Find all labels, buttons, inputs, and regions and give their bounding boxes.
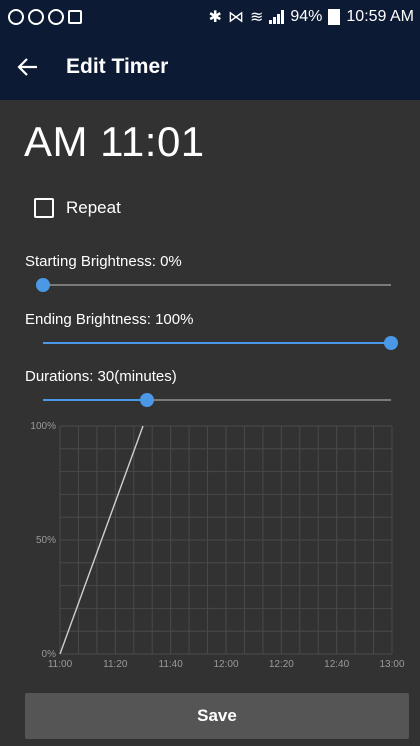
durations-slider[interactable] <box>43 390 391 410</box>
battery-icon <box>328 8 341 25</box>
slider-fill <box>43 342 391 344</box>
durations-label: Durations: 30(minutes) <box>25 368 177 385</box>
slider-track <box>43 284 391 286</box>
notification-icons <box>0 8 82 25</box>
arrow-left-icon <box>17 57 37 76</box>
repeat-checkbox-row[interactable]: Repeat <box>34 198 121 218</box>
clock: 10:59 AM <box>346 7 414 25</box>
x-tick-label: 11:20 <box>103 659 128 670</box>
circle-icon <box>48 8 64 25</box>
x-tick-label: 11:40 <box>159 659 184 670</box>
y-tick-label: 50% <box>36 535 56 546</box>
slider-thumb[interactable] <box>140 393 155 407</box>
battery-percent: 94% <box>290 7 323 25</box>
x-tick-label: 11:00 <box>48 659 73 670</box>
repeat-label: Repeat <box>66 198 121 217</box>
signal-icon <box>269 9 285 24</box>
ending-brightness-label: Ending Brightness: 100% <box>25 311 194 328</box>
timer-time[interactable]: AM 11:01 <box>24 118 205 166</box>
wifi-icon: ≋ <box>249 8 264 26</box>
starting-brightness-slider[interactable] <box>36 275 391 295</box>
page-title: Edit Timer <box>66 54 169 78</box>
slider-fill <box>43 399 148 401</box>
back-button[interactable] <box>0 33 56 100</box>
starting-brightness-label: Starting Brightness: 0% <box>25 253 182 270</box>
circle-icon <box>28 8 44 25</box>
slider-thumb[interactable] <box>36 278 50 292</box>
whatsapp-icon <box>8 8 24 25</box>
bluetooth-icon: ✱ <box>208 8 222 26</box>
status-bar: ✱ ⋈ ≋ 94% 10:59 AM <box>0 0 420 33</box>
slider-thumb[interactable] <box>384 336 398 350</box>
save-button[interactable]: Save <box>25 693 409 739</box>
x-tick-label: 12:20 <box>269 659 294 670</box>
repeat-checkbox[interactable] <box>34 198 54 218</box>
system-icons: ✱ ⋈ ≋ 94% 10:59 AM <box>209 7 414 27</box>
x-tick-label: 13:00 <box>379 659 404 670</box>
x-tick-label: 12:40 <box>324 659 349 670</box>
ending-brightness-slider[interactable] <box>43 333 398 353</box>
y-tick-label: 100% <box>30 421 56 432</box>
app-bar: Edit Timer <box>0 33 420 100</box>
image-icon <box>68 9 82 24</box>
x-tick-label: 12:00 <box>213 659 238 670</box>
mute-icon: ⋈ <box>227 8 244 26</box>
brightness-chart: 0%50%100%11:00 11:20 11:40 12:00 12:20 12:40 1… <box>30 421 405 670</box>
